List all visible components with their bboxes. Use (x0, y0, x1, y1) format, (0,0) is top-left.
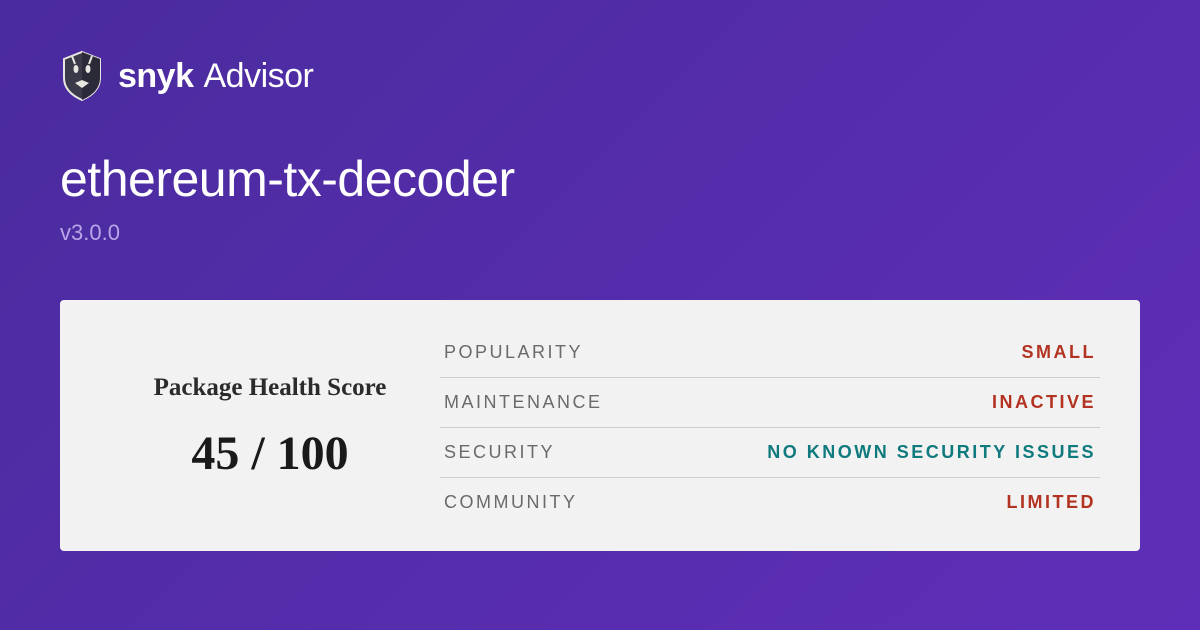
metric-label: SECURITY (444, 442, 555, 463)
brand-product: Advisor (204, 57, 314, 96)
metric-value: INACTIVE (992, 392, 1096, 413)
brand-name: snyk (118, 57, 194, 96)
score-label: Package Health Score (154, 374, 387, 402)
metric-value: LIMITED (1007, 492, 1097, 513)
metric-value: NO KNOWN SECURITY ISSUES (767, 442, 1096, 463)
metric-row: MAINTENANCE INACTIVE (440, 378, 1100, 428)
brand-header: snyk Advisor (60, 50, 1140, 102)
package-version: v3.0.0 (60, 220, 1140, 246)
snyk-logo-icon (60, 50, 104, 102)
health-card: Package Health Score 45 / 100 POPULARITY… (60, 300, 1140, 551)
score-value: 45 / 100 (191, 426, 348, 481)
score-section: Package Health Score 45 / 100 (100, 328, 440, 527)
metrics-section: POPULARITY SMALL MAINTENANCE INACTIVE SE… (440, 328, 1100, 527)
metric-value: SMALL (1022, 342, 1097, 363)
metric-row: SECURITY NO KNOWN SECURITY ISSUES (440, 428, 1100, 478)
package-name: ethereum-tx-decoder (60, 150, 1140, 208)
metric-label: MAINTENANCE (444, 392, 603, 413)
metric-row: COMMUNITY LIMITED (440, 478, 1100, 527)
metric-label: POPULARITY (444, 342, 583, 363)
metric-row: POPULARITY SMALL (440, 328, 1100, 378)
metric-label: COMMUNITY (444, 492, 578, 513)
